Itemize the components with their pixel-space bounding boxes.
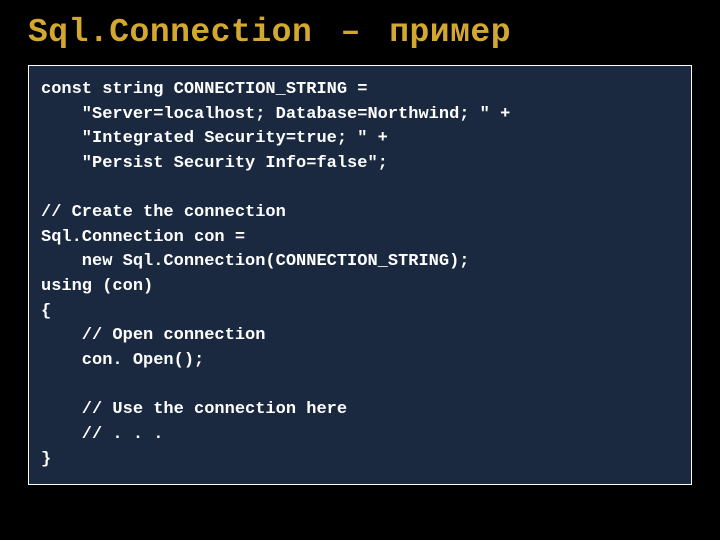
code-line: // Use the connection here xyxy=(41,400,347,419)
code-line: Sql.Connection con = xyxy=(41,228,245,247)
code-line: { xyxy=(41,302,51,321)
code-block: const string CONNECTION_STRING = "Server… xyxy=(28,65,692,485)
code-line: const string CONNECTION_STRING = xyxy=(41,80,367,99)
title-separator: – xyxy=(333,14,369,51)
title-part2: пример xyxy=(389,14,511,51)
code-line: "Server=localhost; Database=Northwind; "… xyxy=(41,105,510,124)
code-line: new Sql.Connection(CONNECTION_STRING); xyxy=(41,252,469,271)
code-line: // Create the connection xyxy=(41,203,286,222)
code-line: // Open connection xyxy=(41,326,265,345)
code-line: con. Open(); xyxy=(41,351,204,370)
title-part1: Sql.Connection xyxy=(28,14,312,51)
code-line: using (con) xyxy=(41,277,153,296)
code-line: // . . . xyxy=(41,425,163,444)
code-line: "Persist Security Info=false"; xyxy=(41,154,388,173)
slide: Sql.Connection – пример const string CON… xyxy=(0,0,720,540)
code-line: "Integrated Security=true; " + xyxy=(41,129,388,148)
code-line: } xyxy=(41,450,51,469)
slide-title: Sql.Connection – пример xyxy=(28,14,692,51)
